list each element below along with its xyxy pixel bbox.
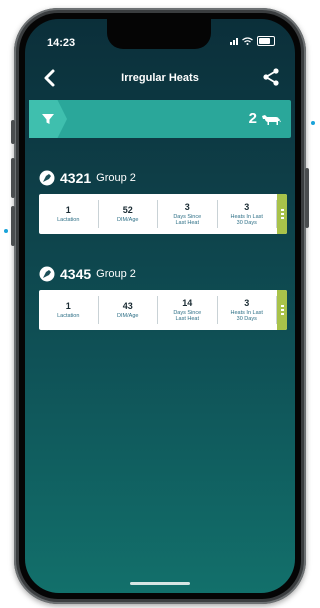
animal-entry[interactable]: 4321 Group 2 1 Lactation 52 DIM/Age 3 Da…: [39, 169, 287, 234]
card-menu-handle[interactable]: [277, 290, 287, 330]
stat-label: Days Since Last Heat: [173, 309, 202, 323]
animal-header: 4345 Group 2: [39, 265, 287, 283]
stat-label: Lactation: [57, 216, 80, 223]
side-dot-left: [4, 229, 8, 233]
stats-card[interactable]: 1 Lactation 52 DIM/Age 3 Days Since Last…: [39, 194, 287, 234]
stat-heats-last-30-days: 3 Heats In Last 30 Days: [218, 200, 277, 228]
animal-entry[interactable]: 4345 Group 2 1 Lactation 43 DIM/Age 14 D…: [39, 265, 287, 330]
stat-label: Lactation: [57, 312, 80, 319]
card-menu-handle[interactable]: [277, 194, 287, 234]
stat-value: 3: [244, 297, 250, 308]
phone-side-button: [305, 168, 309, 228]
cow-icon: [262, 114, 281, 125]
stat-value: 43: [122, 300, 133, 311]
animal-id: 4321: [60, 170, 92, 186]
stats-card[interactable]: 1 Lactation 43 DIM/Age 14 Days Since Las…: [39, 290, 287, 330]
animal-group: Group 2: [96, 172, 136, 184]
stat-heats-last-30-days: 3 Heats In Last 30 Days: [218, 296, 277, 324]
stat-value: 1: [65, 300, 71, 311]
stat-lactation: 1 Lactation: [39, 296, 99, 324]
home-indicator[interactable]: [130, 582, 190, 585]
battery-icon: [257, 36, 275, 46]
stat-value: 52: [122, 204, 133, 215]
stat-label: DIM/Age: [117, 312, 139, 319]
phone-side-button: [11, 206, 15, 246]
phone-side-button: [11, 158, 15, 198]
status-icons: [230, 36, 275, 46]
animal-group: Group 2: [96, 268, 136, 280]
app-header: Irregular Heats: [25, 63, 295, 93]
stat-label: DIM/Age: [117, 216, 139, 223]
animal-header: 4321 Group 2: [39, 169, 287, 187]
signal-icon: [230, 37, 238, 45]
stat-dim-age: 43 DIM/Age: [99, 296, 158, 324]
filter-button[interactable]: [29, 100, 67, 138]
filter-icon: [42, 114, 54, 124]
stat-dim-age: 52 DIM/Age: [99, 200, 158, 228]
animal-count: 2: [249, 110, 281, 127]
share-icon[interactable]: [261, 67, 281, 87]
stat-days-since-last-heat: 14 Days Since Last Heat: [158, 296, 218, 324]
animal-tag-icon: [39, 266, 55, 282]
stat-lactation: 1 Lactation: [39, 200, 99, 228]
side-dot-right: [311, 121, 315, 125]
stat-label: Heats In Last 30 Days: [230, 309, 263, 323]
notch: [107, 19, 211, 49]
stat-value: 1: [65, 204, 71, 215]
page-title: Irregular Heats: [121, 72, 199, 84]
app-screen: 14:23 Irregular Heats 2 4321 Group 2 1 L…: [25, 19, 295, 593]
animal-id: 4345: [60, 266, 92, 282]
stat-value: 3: [244, 201, 250, 212]
stat-days-since-last-heat: 3 Days Since Last Heat: [158, 200, 218, 228]
status-time: 14:23: [47, 37, 76, 49]
stat-label: Days Since Last Heat: [173, 213, 202, 227]
phone-frame: 14:23 Irregular Heats 2 4321 Group 2 1 L…: [11, 8, 309, 604]
animal-tag-icon: [39, 170, 55, 186]
filter-bar: 2: [29, 100, 291, 138]
stat-value: 14: [182, 297, 193, 308]
wifi-icon: [242, 37, 253, 45]
stat-value: 3: [184, 201, 190, 212]
animal-count-value: 2: [248, 110, 257, 127]
phone-side-button: [11, 120, 15, 144]
stat-label: Heats In Last 30 Days: [230, 213, 263, 227]
